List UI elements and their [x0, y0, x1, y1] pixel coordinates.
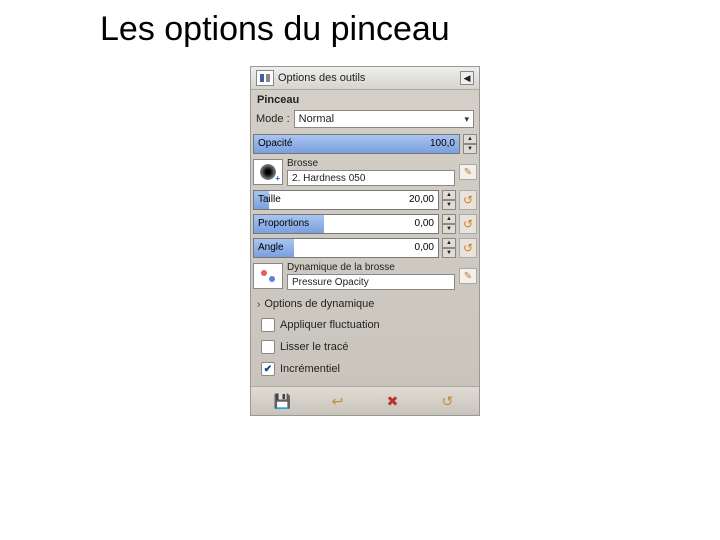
smooth-checkbox[interactable] [261, 340, 275, 354]
panel-footer: 💾 ↩ ✖ ↺ [251, 386, 479, 415]
size-label: Taille [258, 194, 281, 205]
smooth-label: Lisser le tracé [280, 341, 348, 353]
step-down-icon[interactable]: ▼ [442, 200, 456, 210]
opacity-stepper[interactable]: ▲ ▼ [463, 134, 477, 154]
delete-icon[interactable]: ✖ [383, 391, 403, 411]
mode-row: Mode : Normal ▾ [251, 108, 479, 130]
ratio-slider[interactable]: Proportions 0,00 [253, 214, 439, 234]
opacity-label: Opacité [258, 138, 292, 149]
tool-name: Pinceau [251, 90, 479, 108]
dynamics-section-label: Dynamique de la brosse [287, 262, 455, 273]
size-value: 20,00 [409, 194, 434, 205]
ratio-label: Proportions [258, 218, 309, 229]
opacity-row: Opacité 100,0 ▲ ▼ [253, 134, 477, 154]
incremental-label: Incrémentiel [280, 363, 340, 375]
slide-title: Les options du pinceau [100, 10, 450, 49]
brush-name-field[interactable]: 2. Hardness 050 [287, 170, 455, 186]
size-row: Taille 20,00 ▲ ▼ ↺ [253, 190, 477, 210]
tool-options-icon [256, 70, 274, 86]
step-up-icon[interactable]: ▲ [463, 134, 477, 144]
size-stepper[interactable]: ▲ ▼ [442, 190, 456, 210]
ratio-stepper[interactable]: ▲ ▼ [442, 214, 456, 234]
step-down-icon[interactable]: ▼ [442, 248, 456, 258]
step-down-icon[interactable]: ▼ [442, 224, 456, 234]
angle-slider[interactable]: Angle 0,00 [253, 238, 439, 258]
dynamics-icon [258, 267, 278, 285]
dynamics-options-expander[interactable]: › Options de dynamique [251, 294, 479, 314]
step-up-icon[interactable]: ▲ [442, 190, 456, 200]
opacity-slider[interactable]: Opacité 100,0 [253, 134, 460, 154]
ratio-value: 0,00 [415, 218, 434, 229]
angle-reset-icon[interactable]: ↺ [459, 238, 477, 258]
brush-preview[interactable]: + [253, 159, 283, 185]
jitter-row[interactable]: Appliquer fluctuation [251, 314, 479, 336]
mode-label: Mode : [256, 113, 290, 125]
brush-edit-icon[interactable]: ✎ [459, 164, 477, 180]
brush-dot-icon [260, 164, 276, 180]
incremental-checkbox[interactable]: ✔ [261, 362, 275, 376]
opacity-value: 100,0 [430, 138, 455, 149]
incremental-row[interactable]: ✔ Incrémentiel [251, 358, 479, 380]
step-up-icon[interactable]: ▲ [442, 238, 456, 248]
tool-options-panel: Options des outils ◀ Pinceau Mode : Norm… [250, 66, 480, 416]
mode-value: Normal [299, 113, 334, 125]
chevron-right-icon: › [257, 299, 260, 310]
ratio-row: Proportions 0,00 ▲ ▼ ↺ [253, 214, 477, 234]
dynamics-row: Dynamique de la brosse Pressure Opacity … [253, 262, 477, 290]
collapse-icon[interactable]: ◀ [460, 71, 474, 85]
size-slider[interactable]: Taille 20,00 [253, 190, 439, 210]
angle-row: Angle 0,00 ▲ ▼ ↺ [253, 238, 477, 258]
dynamics-preview[interactable] [253, 263, 283, 289]
smooth-row[interactable]: Lisser le tracé [251, 336, 479, 358]
ratio-reset-icon[interactable]: ↺ [459, 214, 477, 234]
brush-section-label: Brosse [287, 158, 455, 169]
plus-icon: + [275, 174, 280, 183]
jitter-label: Appliquer fluctuation [280, 319, 380, 331]
panel-header-title: Options des outils [278, 72, 456, 84]
angle-value: 0,00 [415, 242, 434, 253]
step-up-icon[interactable]: ▲ [442, 214, 456, 224]
panel-header: Options des outils ◀ [251, 67, 479, 90]
angle-stepper[interactable]: ▲ ▼ [442, 238, 456, 258]
dynamics-edit-icon[interactable]: ✎ [459, 268, 477, 284]
size-reset-icon[interactable]: ↺ [459, 190, 477, 210]
mode-dropdown[interactable]: Normal ▾ [294, 110, 474, 128]
dynamics-options-label: Options de dynamique [264, 298, 374, 310]
jitter-checkbox[interactable] [261, 318, 275, 332]
dynamics-name-field[interactable]: Pressure Opacity [287, 274, 455, 290]
chevron-down-icon: ▾ [464, 114, 469, 125]
revert-icon[interactable]: ↩ [328, 391, 348, 411]
step-down-icon[interactable]: ▼ [463, 144, 477, 154]
angle-label: Angle [258, 242, 284, 253]
brush-row: + Brosse 2. Hardness 050 ✎ [253, 158, 477, 186]
save-icon[interactable]: 💾 [273, 391, 293, 411]
reset-all-icon[interactable]: ↺ [438, 391, 458, 411]
